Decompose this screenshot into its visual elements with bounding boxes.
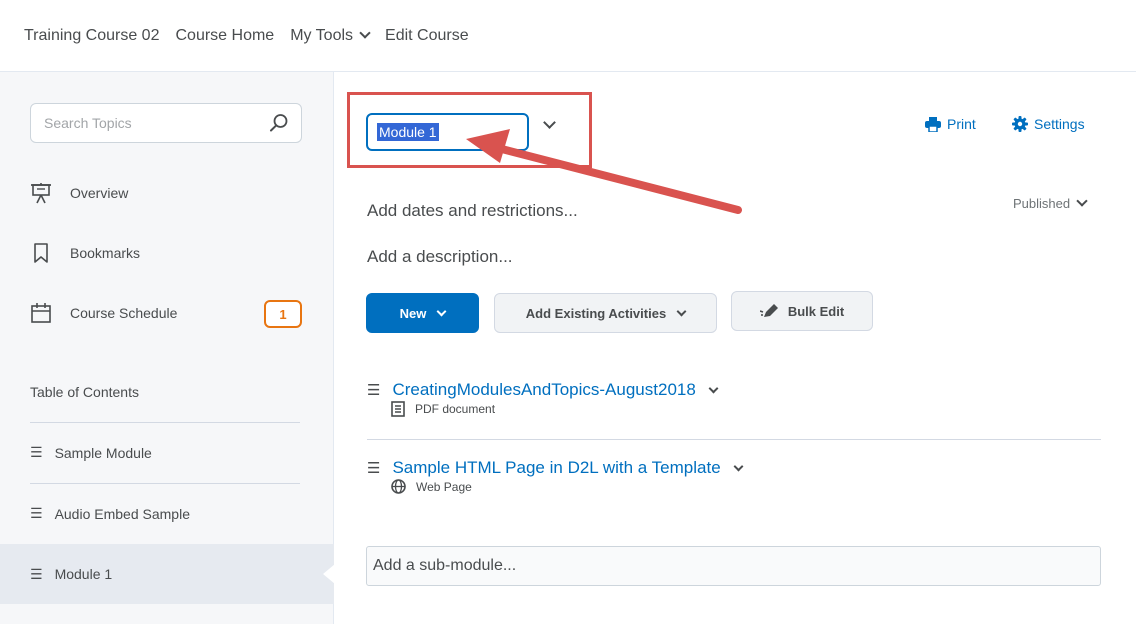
sidebar-item-label: Bookmarks bbox=[70, 245, 141, 261]
nav-my-tools[interactable]: My Tools bbox=[290, 26, 371, 45]
bookmark-icon bbox=[30, 242, 52, 264]
calendar-icon bbox=[30, 302, 52, 324]
bulk-edit-button[interactable]: Bulk Edit bbox=[731, 291, 873, 331]
settings-button[interactable]: Settings bbox=[1012, 116, 1085, 132]
content-sidebar: Overview Bookmarks Course Schedule 1 Tab… bbox=[0, 72, 335, 624]
add-dates-restrictions-link[interactable]: Add dates and restrictions... bbox=[367, 201, 578, 221]
chevron-down-icon bbox=[359, 27, 371, 39]
module-content: Module 1 Print Settings Add dates and re… bbox=[335, 72, 1136, 624]
add-existing-label: Add Existing Activities bbox=[525, 305, 667, 321]
drag-handle-icon[interactable]: ☰ bbox=[367, 459, 380, 477]
chevron-down-icon bbox=[676, 306, 687, 316]
topic-title-link[interactable]: CreatingModulesAndTopics-August2018 bbox=[392, 380, 695, 400]
nav-edit-course[interactable]: Edit Course bbox=[385, 27, 469, 45]
sidebar-item-bookmarks[interactable]: Bookmarks bbox=[30, 238, 310, 268]
topic-item: ☰ CreatingModulesAndTopics-August2018 PD… bbox=[367, 380, 1101, 417]
printer-icon bbox=[925, 116, 941, 132]
chevron-down-icon bbox=[1076, 195, 1088, 207]
search-topics-input[interactable] bbox=[31, 104, 251, 142]
chevron-down-icon[interactable] bbox=[708, 383, 719, 393]
toc-item-module-1[interactable]: ☰ Module 1 bbox=[0, 544, 335, 604]
gear-icon bbox=[1012, 116, 1028, 132]
course-schedule-count-badge: 1 bbox=[264, 300, 302, 328]
nav-my-tools-label: My Tools bbox=[290, 26, 354, 44]
add-existing-activities-button[interactable]: Add Existing Activities bbox=[494, 293, 717, 333]
toc-item-audio-embed-sample[interactable]: ☰ Audio Embed Sample bbox=[30, 483, 300, 543]
new-button-label: New bbox=[399, 305, 427, 321]
nav-course-name[interactable]: Training Course 02 bbox=[24, 27, 159, 45]
topic-title-link[interactable]: Sample HTML Page in D2L with a Template bbox=[392, 458, 720, 478]
publish-status-dropdown[interactable]: Published bbox=[1013, 195, 1088, 211]
drag-handle-icon[interactable]: ☰ bbox=[30, 566, 43, 583]
document-icon bbox=[391, 401, 405, 417]
print-button[interactable]: Print bbox=[925, 116, 976, 132]
toc-item-label: Audio Embed Sample bbox=[54, 505, 190, 522]
sidebar-item-label: Course Schedule bbox=[70, 305, 178, 321]
pencil-icon bbox=[759, 304, 778, 317]
new-button[interactable]: New bbox=[366, 293, 479, 333]
nav-course-home[interactable]: Course Home bbox=[175, 27, 274, 45]
toc-item-label: Sample Module bbox=[54, 444, 152, 461]
bulk-edit-label: Bulk Edit bbox=[787, 303, 845, 319]
chevron-down-icon bbox=[436, 306, 447, 316]
sidebar-item-label: Overview bbox=[70, 185, 129, 201]
active-indicator bbox=[323, 564, 335, 584]
globe-icon bbox=[391, 479, 406, 494]
divider bbox=[367, 439, 1101, 440]
course-navbar: Training Course 02 Course Home My Tools … bbox=[0, 0, 1136, 72]
search-box bbox=[30, 103, 302, 143]
topic-item: ☰ Sample HTML Page in D2L with a Templat… bbox=[367, 458, 1101, 494]
drag-handle-icon[interactable]: ☰ bbox=[30, 444, 43, 461]
chevron-down-icon[interactable] bbox=[733, 461, 744, 471]
toc-heading: Table of Contents bbox=[30, 384, 139, 400]
published-label: Published bbox=[1013, 196, 1071, 211]
topic-type-label: PDF document bbox=[415, 402, 496, 416]
toc-item-label: Module 1 bbox=[54, 566, 113, 582]
add-sub-module-input[interactable]: Add a sub-module... bbox=[366, 546, 1101, 586]
drag-handle-icon[interactable]: ☰ bbox=[30, 505, 43, 522]
add-description-link[interactable]: Add a description... bbox=[367, 247, 513, 267]
sidebar-item-overview[interactable]: Overview bbox=[30, 178, 310, 208]
overview-icon bbox=[30, 182, 52, 204]
settings-label: Settings bbox=[1034, 116, 1085, 132]
topic-type-label: Web Page bbox=[416, 479, 472, 494]
drag-handle-icon[interactable]: ☰ bbox=[367, 381, 380, 399]
print-label: Print bbox=[947, 116, 976, 132]
toc-item-sample-module[interactable]: ☰ Sample Module bbox=[30, 422, 300, 482]
search-icon[interactable] bbox=[269, 113, 289, 133]
